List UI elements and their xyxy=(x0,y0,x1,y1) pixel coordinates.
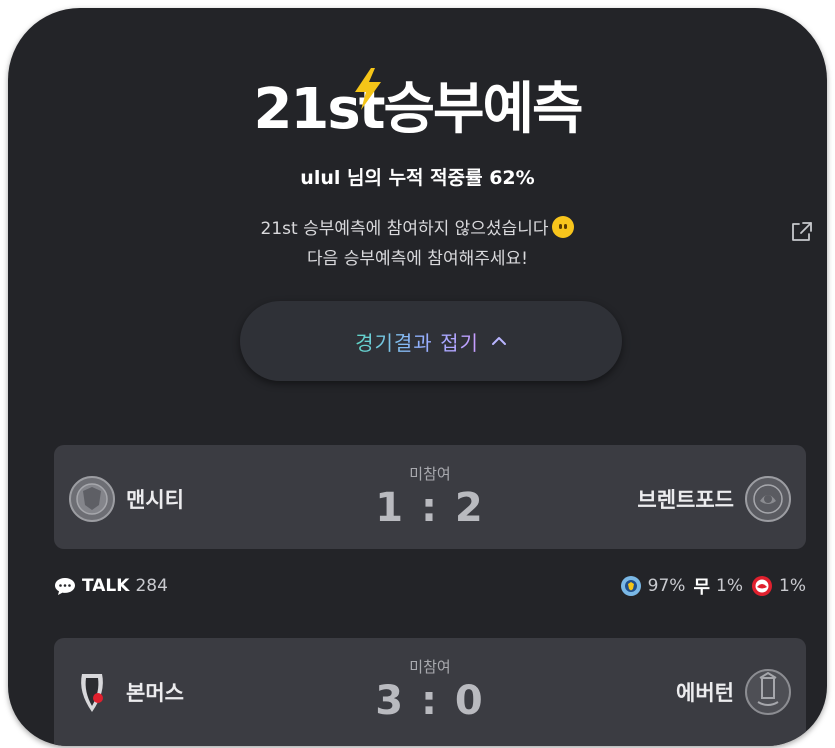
talk-label: TALK xyxy=(82,576,130,596)
message-line-1: 21st 승부예측에 참여하지 않으셨습니다 xyxy=(260,219,549,239)
title-main: 승부예측 xyxy=(383,77,583,142)
match-stats-row: TALK 284 97% 무 1% 1% xyxy=(54,570,806,602)
home-vote-pct: 97% xyxy=(647,576,686,596)
speechless-face-icon xyxy=(552,216,575,238)
match-card[interactable]: 맨시티 미참여 1 : 2 브렌트포드 xyxy=(54,445,806,549)
away-team: 에버턴 xyxy=(676,668,792,716)
prediction-card: 21st 승부예측 ulul 님의 누적 적중률 62% 21st 승부예측에 참… xyxy=(8,8,827,746)
away-team-name: 브렌트포드 xyxy=(637,488,734,512)
chevron-up-icon xyxy=(491,337,506,345)
vote-distribution: 97% 무 1% 1% xyxy=(620,573,806,599)
brentford-badge-icon xyxy=(745,476,791,522)
away-team-name: 에버턴 xyxy=(676,681,734,705)
collapse-results-button[interactable]: 경기결과 접기 xyxy=(240,301,622,381)
share-icon[interactable] xyxy=(789,218,815,244)
brentford-badge-icon xyxy=(752,576,773,596)
away-vote: 1% xyxy=(751,575,806,597)
participation-message: 21st 승부예측에 참여하지 않으셨습니다 다음 승부예측에 참여해주세요! xyxy=(8,214,827,274)
man-city-badge-icon xyxy=(620,576,641,596)
match-card[interactable]: 본머스 미참여 3 : 0 에버턴 xyxy=(54,638,806,746)
collapse-results-label: 경기결과 접기 xyxy=(355,327,479,356)
everton-badge-icon xyxy=(745,669,791,715)
talk-link[interactable]: TALK 284 xyxy=(54,576,168,596)
draw-vote-pct: 1% xyxy=(716,576,744,596)
page-title: 21st 승부예측 xyxy=(8,68,827,146)
message-line-2: 다음 승부예측에 참여해주세요! xyxy=(307,249,528,269)
away-team: 브렌트포드 xyxy=(637,475,792,523)
talk-count: 284 xyxy=(135,576,168,596)
accuracy-subtitle: ulul 님의 누적 적중률 62% xyxy=(300,167,535,189)
away-vote-pct: 1% xyxy=(779,576,806,596)
home-vote: 97% xyxy=(620,575,686,597)
chat-bubble-icon xyxy=(55,578,75,595)
draw-label: 무 xyxy=(693,577,711,598)
draw-vote: 무 1% xyxy=(693,573,743,599)
